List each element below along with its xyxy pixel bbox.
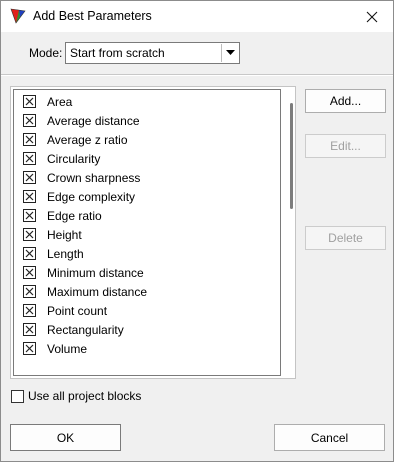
list-item-label: Maximum distance <box>47 285 148 299</box>
list-item[interactable]: Length <box>23 245 273 264</box>
list-item-label: Area <box>47 95 73 109</box>
list-item-label: Crown sharpness <box>47 171 141 185</box>
mode-label: Mode: <box>29 46 63 60</box>
checkbox-checked-icon[interactable] <box>23 304 36 317</box>
list-item[interactable]: Edge ratio <box>23 207 273 226</box>
list-item-label: Edge complexity <box>47 190 136 204</box>
close-button[interactable] <box>351 1 393 32</box>
use-all-project-blocks-label: Use all project blocks <box>28 389 142 403</box>
checkbox-checked-icon[interactable] <box>23 247 36 260</box>
checkbox-checked-icon[interactable] <box>23 285 36 298</box>
list-item[interactable]: Minimum distance <box>23 264 273 283</box>
list-item[interactable]: Volume <box>23 340 273 359</box>
list-item-label: Point count <box>47 304 108 318</box>
checkbox-checked-icon[interactable] <box>23 95 36 108</box>
list-scrollbar[interactable] <box>290 103 293 209</box>
checkbox-checked-icon[interactable] <box>23 133 36 146</box>
checkbox-checked-icon[interactable] <box>23 266 36 279</box>
list-item-label: Average distance <box>47 114 140 128</box>
separator <box>1 74 393 76</box>
close-icon <box>366 11 378 22</box>
list-item[interactable]: Average distance <box>23 112 273 131</box>
use-all-project-blocks-checkbox[interactable] <box>11 390 24 403</box>
list-item[interactable]: Height <box>23 226 273 245</box>
list-item[interactable]: Crown sharpness <box>23 169 273 188</box>
title-bar[interactable]: Add Best Parameters <box>1 1 393 32</box>
checkbox-checked-icon[interactable] <box>23 114 36 127</box>
parameter-list[interactable]: Area Average distance Average z ratio Circu… <box>13 89 281 376</box>
list-item-label: Average z ratio <box>47 133 128 147</box>
checkbox-checked-icon[interactable] <box>23 342 36 355</box>
list-item[interactable]: Average z ratio <box>23 131 273 150</box>
checkbox-checked-icon[interactable] <box>23 152 36 165</box>
ok-button[interactable]: OK <box>10 424 121 451</box>
delete-button-label: Delete <box>328 231 363 245</box>
list-item[interactable]: Point count <box>23 302 273 321</box>
checkbox-checked-icon[interactable] <box>23 323 36 336</box>
checkbox-checked-icon[interactable] <box>23 190 36 203</box>
chevron-down-icon[interactable] <box>221 44 238 62</box>
cancel-button-label: Cancel <box>310 430 349 445</box>
window-title: Add Best Parameters <box>33 9 152 23</box>
list-item-label: Volume <box>47 342 88 356</box>
edit-button-label: Edit... <box>330 139 361 153</box>
add-button[interactable]: Add... <box>305 89 386 113</box>
mode-selected-value: Start from scratch <box>70 46 165 60</box>
checkbox-checked-icon[interactable] <box>23 209 36 222</box>
parameter-list-panel: Area Average distance Average z ratio Circu… <box>10 86 296 379</box>
list-item-label: Edge ratio <box>47 209 102 223</box>
cancel-button[interactable]: Cancel <box>274 424 385 451</box>
list-item-label: Height <box>47 228 82 242</box>
checkbox-checked-icon[interactable] <box>23 228 36 241</box>
list-item-label: Minimum distance <box>47 266 144 280</box>
mode-dropdown[interactable]: Start from scratch <box>65 42 240 64</box>
list-item[interactable]: Circularity <box>23 150 273 169</box>
list-item-label: Length <box>47 247 84 261</box>
add-button-label: Add... <box>329 94 362 108</box>
list-item[interactable]: Edge complexity <box>23 188 273 207</box>
list-item-label: Circularity <box>47 152 101 166</box>
ok-button-label: OK <box>56 430 75 445</box>
list-item[interactable]: Rectangularity <box>23 321 273 340</box>
delete-button[interactable]: Delete <box>305 226 386 250</box>
app-logo-icon <box>10 8 26 24</box>
edit-button[interactable]: Edit... <box>305 134 386 158</box>
checkbox-checked-icon[interactable] <box>23 171 36 184</box>
list-item-label: Rectangularity <box>47 323 124 337</box>
dialog-window: Add Best Parameters Mode: Start from scr… <box>0 0 394 462</box>
list-item[interactable]: Area <box>23 93 273 112</box>
list-item[interactable]: Maximum distance <box>23 283 273 302</box>
